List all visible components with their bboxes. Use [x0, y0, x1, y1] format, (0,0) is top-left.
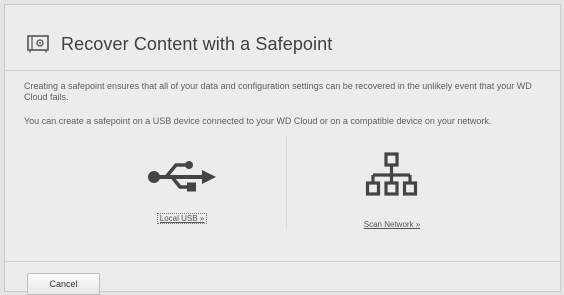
scan-network-link[interactable]: Scan Network » — [364, 220, 420, 229]
scan-network-option[interactable]: Scan Network » — [317, 151, 467, 232]
safepoint-drive-icon — [27, 35, 49, 53]
instruction-text: You can create a safepoint on a USB devi… — [24, 116, 492, 126]
dialog-header: Recover Content with a Safepoint — [27, 33, 332, 55]
header-divider — [5, 70, 560, 71]
footer-divider — [5, 261, 560, 262]
dialog-title: Recover Content with a Safepoint — [61, 33, 333, 54]
description-text: Creating a safepoint ensures that all of… — [24, 81, 532, 102]
network-icon — [317, 151, 467, 199]
cancel-button[interactable]: Cancel — [27, 273, 100, 295]
options-divider — [286, 135, 287, 229]
safepoint-dialog: Recover Content with a Safepoint Creatin… — [4, 4, 561, 295]
local-usb-link[interactable]: Local USB » — [156, 213, 208, 224]
usb-icon — [107, 151, 257, 193]
local-usb-option[interactable]: Local USB » — [107, 151, 257, 226]
